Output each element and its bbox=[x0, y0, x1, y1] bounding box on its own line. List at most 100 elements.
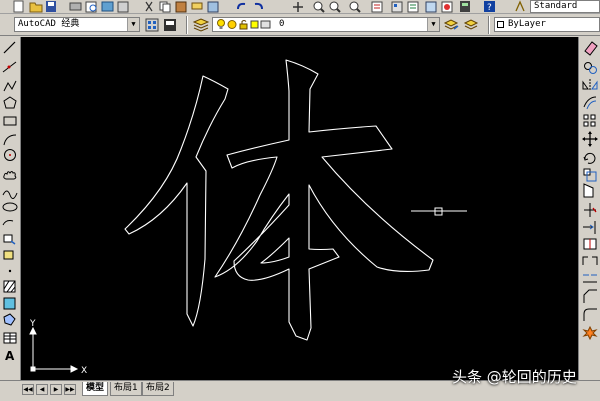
properties-icon[interactable] bbox=[371, 1, 383, 13]
last-tab-button[interactable]: ▶▶ bbox=[64, 384, 76, 395]
revision-cloud-icon[interactable] bbox=[3, 171, 17, 180]
make-object-layer-current-icon[interactable] bbox=[443, 19, 459, 30]
polyline-icon[interactable] bbox=[3, 80, 17, 92]
polygon-icon[interactable] bbox=[3, 96, 17, 109]
zoom-previous-icon[interactable] bbox=[349, 1, 361, 13]
array-icon[interactable] bbox=[583, 114, 596, 127]
trim-icon[interactable] bbox=[584, 203, 597, 217]
toolbar-separator bbox=[186, 16, 188, 34]
next-tab-button[interactable]: ▶ bbox=[50, 384, 62, 395]
layer-thaw-sun-icon bbox=[227, 20, 237, 29]
undo-icon[interactable] bbox=[237, 2, 246, 10]
block-editor-icon[interactable] bbox=[207, 1, 219, 13]
layer-manager-button[interactable] bbox=[192, 14, 210, 36]
layer-buttons bbox=[443, 19, 479, 30]
markup-icon[interactable] bbox=[441, 1, 453, 13]
mirror-icon[interactable] bbox=[582, 79, 598, 91]
layer-state-icons bbox=[217, 19, 271, 30]
chevron-down-icon: ▼ bbox=[427, 18, 439, 31]
glyph-body-stem-outline bbox=[214, 59, 434, 341]
zoom-window-icon[interactable] bbox=[329, 1, 341, 13]
workspace-combo[interactable]: AutoCAD 经典 ▼ bbox=[14, 17, 140, 32]
previous-tab-icon: ◀ bbox=[39, 386, 45, 393]
chamfer-icon[interactable] bbox=[583, 289, 597, 303]
rectangle-icon[interactable] bbox=[3, 116, 17, 126]
ellipse-arc-icon[interactable] bbox=[2, 220, 14, 226]
layer-previous-icon[interactable] bbox=[463, 19, 479, 30]
circle-icon[interactable] bbox=[4, 149, 16, 161]
tab-model[interactable]: 模型 bbox=[82, 382, 109, 396]
scale-icon[interactable] bbox=[583, 168, 597, 182]
copy-icon[interactable] bbox=[584, 62, 597, 74]
match-properties-icon[interactable] bbox=[191, 2, 203, 10]
fillet-icon[interactable] bbox=[583, 308, 597, 321]
multiline-text-icon[interactable]: A bbox=[5, 349, 14, 363]
layer-combo[interactable]: 0 ▼ bbox=[212, 17, 440, 32]
break-at-point-icon[interactable] bbox=[583, 238, 597, 250]
text-style-icon[interactable] bbox=[515, 0, 525, 12]
draw-toolbar-icons bbox=[2, 41, 18, 344]
line-icon[interactable] bbox=[3, 41, 16, 54]
insert-block-icon[interactable] bbox=[3, 234, 16, 245]
ucs-x-label: X bbox=[81, 366, 87, 376]
plot-preview-icon[interactable] bbox=[85, 1, 97, 13]
explode-icon[interactable] bbox=[582, 325, 598, 341]
tab-layout2[interactable]: 布局2 bbox=[142, 382, 174, 396]
save-icon[interactable] bbox=[46, 1, 56, 12]
construction-line-icon[interactable] bbox=[2, 61, 17, 73]
cut-icon[interactable] bbox=[145, 1, 153, 12]
workspace-layers-toolbar: AutoCAD 经典 ▼ 0 ▼ ByLayer bbox=[0, 14, 600, 36]
make-block-icon[interactable] bbox=[3, 250, 14, 260]
ucs-icon bbox=[29, 326, 79, 373]
publish-icon[interactable] bbox=[101, 1, 114, 12]
copy-clip-icon[interactable] bbox=[159, 1, 171, 13]
next-tab-icon: ▶ bbox=[53, 386, 59, 393]
new-file-icon[interactable] bbox=[13, 0, 24, 13]
erase-icon[interactable] bbox=[584, 41, 598, 56]
gradient-icon[interactable] bbox=[3, 297, 16, 310]
open-file-icon[interactable] bbox=[29, 2, 43, 13]
ellipse-icon[interactable] bbox=[2, 202, 18, 212]
color-control-combo[interactable]: ByLayer bbox=[494, 17, 600, 32]
sheet-set-icon[interactable] bbox=[425, 1, 437, 13]
workspace-settings-icon[interactable] bbox=[145, 18, 159, 32]
stretch-icon[interactable] bbox=[583, 183, 594, 198]
extend-icon[interactable] bbox=[583, 221, 596, 234]
zoom-realtime-icon[interactable] bbox=[313, 1, 325, 13]
offset-icon[interactable] bbox=[583, 96, 597, 110]
workspace-buttons bbox=[145, 18, 176, 32]
modify-toolbar bbox=[578, 37, 600, 380]
previous-tab-button[interactable]: ◀ bbox=[36, 384, 48, 395]
region-icon[interactable] bbox=[3, 313, 16, 326]
hatch-icon[interactable] bbox=[3, 280, 16, 293]
text-style-combo[interactable]: Standard bbox=[530, 0, 600, 13]
glyph-inner-stroke-outline bbox=[260, 237, 290, 264]
arc-icon[interactable] bbox=[3, 134, 17, 146]
drawing-canvas[interactable]: Y X bbox=[21, 37, 578, 380]
move-icon[interactable] bbox=[582, 131, 598, 147]
calculator-icon[interactable] bbox=[460, 1, 470, 12]
3d-dwf-icon[interactable] bbox=[117, 1, 129, 13]
layer-color-swatch-icon bbox=[250, 20, 259, 29]
plot-icon[interactable] bbox=[69, 2, 82, 11]
rotate-icon[interactable] bbox=[583, 152, 596, 164]
point-icon[interactable] bbox=[8, 269, 12, 273]
first-tab-button[interactable]: ◀◀ bbox=[22, 384, 34, 395]
tool-palettes-icon[interactable] bbox=[407, 1, 419, 13]
layer-unlock-icon bbox=[239, 20, 248, 30]
design-center-icon[interactable] bbox=[391, 1, 403, 13]
redo-icon[interactable] bbox=[254, 2, 263, 10]
break-icon[interactable] bbox=[582, 256, 598, 265]
workspace-value: AutoCAD 经典 bbox=[18, 19, 80, 29]
drawing-area[interactable]: Y X bbox=[21, 37, 578, 380]
glyph-ti-outline bbox=[124, 59, 434, 341]
paste-icon[interactable] bbox=[175, 1, 187, 13]
workspace-save-icon[interactable] bbox=[164, 19, 176, 31]
watermark: 头条 @轮回的历史 bbox=[452, 366, 577, 388]
table-icon[interactable] bbox=[3, 332, 17, 344]
tab-layout1[interactable]: 布局1 bbox=[110, 382, 142, 396]
join-icon[interactable] bbox=[583, 274, 597, 283]
pan-icon[interactable] bbox=[293, 2, 303, 12]
spline-icon[interactable] bbox=[2, 190, 18, 199]
help-icon[interactable]: ? bbox=[484, 1, 495, 13]
